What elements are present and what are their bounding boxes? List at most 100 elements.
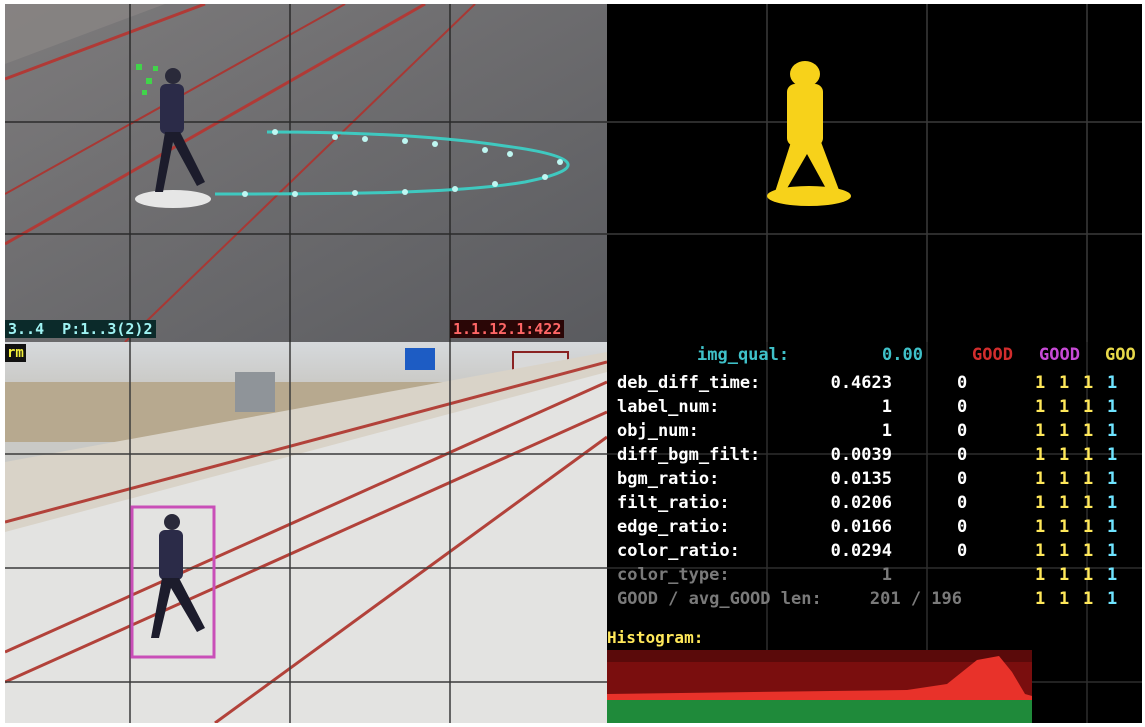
metric-value: 201 / 196 <box>869 589 962 609</box>
metric-flag: 1 <box>1059 421 1070 441</box>
metric-flag: 1 <box>1059 541 1070 561</box>
metric-name: deb_diff_time: <box>617 373 761 393</box>
metric-row: edge_ratio: 0.0166 0 1 1 1 1 <box>607 514 1142 540</box>
metric-count: 0 <box>957 397 968 417</box>
metric-value: 0.0135 <box>830 469 892 489</box>
metric-count: 0 <box>957 541 968 561</box>
img-qual-label: img_qual: <box>697 345 790 365</box>
metric-flag: 1 <box>1035 589 1046 609</box>
metric-flag: 1 <box>1035 373 1046 393</box>
metric-flag: 1 <box>1059 565 1070 585</box>
metric-flag: 1 <box>1107 469 1118 489</box>
good-flag-magenta: GOOD <box>1039 345 1080 365</box>
metric-value: 1 <box>881 565 892 585</box>
metric-row: color_type: 1 1 1 1 1 <box>607 562 1142 588</box>
metric-row: bgm_ratio: 0.0135 0 1 1 1 1 <box>607 466 1142 492</box>
metric-flag: 1 <box>1107 445 1118 465</box>
metric-flag: 1 <box>1035 565 1046 585</box>
img-qual-value: 0.00 <box>882 345 923 365</box>
metric-name: filt_ratio: <box>617 493 730 513</box>
histogram-baseline <box>607 700 1032 723</box>
metric-name: label_num: <box>617 397 720 417</box>
metric-flag: 1 <box>1083 589 1094 609</box>
metric-flag: 1 <box>1035 421 1046 441</box>
foreground-mask-view <box>607 4 1142 342</box>
metric-name: edge_ratio: <box>617 517 730 537</box>
metric-flag: 1 <box>1107 565 1118 585</box>
metric-row: deb_diff_time: 0.4623 0 1 1 1 1 <box>607 370 1142 396</box>
camera-scene <box>5 342 607 723</box>
sign-board <box>405 348 435 370</box>
metric-flag: 1 <box>1083 493 1094 513</box>
metric-flag: 1 <box>1107 397 1118 417</box>
metric-count: 0 <box>957 373 968 393</box>
metric-value: 0.0206 <box>830 493 892 513</box>
metric-value: 0.0166 <box>830 517 892 537</box>
metric-flag: 1 <box>1059 517 1070 537</box>
metric-flag: 1 <box>1035 517 1046 537</box>
track-status-right: 1.1.12.1:422 <box>450 320 565 338</box>
metric-name: diff_bgm_filt: <box>617 445 761 465</box>
metric-flag: 1 <box>1059 373 1070 393</box>
metric-name: color_ratio: <box>617 541 740 561</box>
metric-flag: 1 <box>1107 589 1118 609</box>
metric-flag: 1 <box>1107 493 1118 513</box>
metric-value: 1 <box>881 397 892 417</box>
building <box>235 372 275 412</box>
good-flag-red: GOOD <box>972 345 1013 365</box>
metric-flag: 1 <box>1083 517 1094 537</box>
metric-name: color_type: <box>617 565 730 585</box>
metric-flag: 1 <box>1059 589 1070 609</box>
metric-flag: 1 <box>1035 493 1046 513</box>
road-surface <box>5 4 607 342</box>
metric-flag: 1 <box>1059 445 1070 465</box>
tracking-scene <box>5 4 607 342</box>
metric-flag: 1 <box>1083 421 1094 441</box>
metric-flag: 1 <box>1059 397 1070 417</box>
metric-flag: 1 <box>1083 541 1094 561</box>
metric-value: 0.4623 <box>830 373 892 393</box>
metric-flag: 1 <box>1107 373 1118 393</box>
metric-count: 0 <box>957 469 968 489</box>
histogram-label: Histogram: <box>607 628 704 647</box>
metric-row: GOOD / avg_GOOD len: 201 / 196 1 1 1 1 <box>607 586 1142 612</box>
person-silhouette <box>767 61 851 206</box>
metric-flag: 1 <box>1035 541 1046 561</box>
metric-row: label_num: 1 0 1 1 1 1 <box>607 394 1142 420</box>
person-shadow <box>135 190 211 208</box>
metric-row: filt_ratio: 0.0206 0 1 1 1 1 <box>607 490 1142 516</box>
metric-row: diff_bgm_filt: 0.0039 0 1 1 1 1 <box>607 442 1142 468</box>
metric-value: 1 <box>881 421 892 441</box>
metric-value: 0.0294 <box>830 541 892 561</box>
histogram-band <box>607 650 1032 662</box>
metric-flag: 1 <box>1059 469 1070 489</box>
metric-flag: 1 <box>1035 397 1046 417</box>
metric-flag: 1 <box>1083 445 1094 465</box>
metric-flag: 1 <box>1059 493 1070 513</box>
tracking-view <box>5 4 607 342</box>
good-flag-yellow: GOO <box>1105 345 1136 365</box>
metric-count: 0 <box>957 421 968 441</box>
metric-flag: 1 <box>1083 469 1094 489</box>
metric-flag: 1 <box>1107 517 1118 537</box>
mask-scene <box>607 4 1142 342</box>
metric-flag: 1 <box>1107 541 1118 561</box>
metric-flag: 1 <box>1035 469 1046 489</box>
metric-count: 0 <box>957 445 968 465</box>
metric-value: 0.0039 <box>830 445 892 465</box>
metric-flag: 1 <box>1035 445 1046 465</box>
metric-flag: 1 <box>1083 373 1094 393</box>
metric-flag: 1 <box>1083 397 1094 417</box>
metric-row: obj_num: 1 0 1 1 1 1 <box>607 418 1142 444</box>
metric-count: 0 <box>957 493 968 513</box>
metric-row: color_ratio: 0.0294 0 1 1 1 1 <box>607 538 1142 564</box>
track-status-left: 3..4 P:1..3(2)2 <box>5 320 156 338</box>
metric-name: obj_num: <box>617 421 699 441</box>
grid-overlay <box>607 4 1142 342</box>
camera-view <box>5 342 607 723</box>
metric-count: 0 <box>957 517 968 537</box>
metric-flag: 1 <box>1107 421 1118 441</box>
metric-name: GOOD / avg_GOOD len: <box>617 589 822 609</box>
histogram <box>607 650 1032 723</box>
metric-name: bgm_ratio: <box>617 469 720 489</box>
